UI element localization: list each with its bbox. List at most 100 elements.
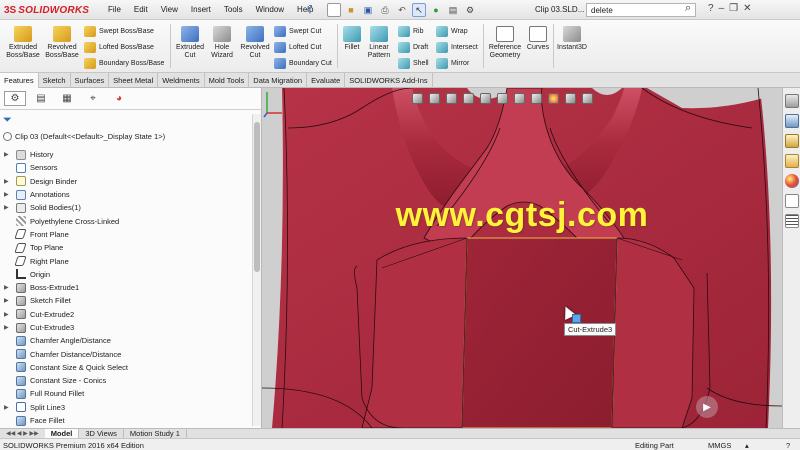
linear-pattern-button[interactable]: Linear Pattern <box>364 26 394 60</box>
menu-window[interactable]: Window <box>256 5 284 14</box>
instant3d-button[interactable]: Instant3D <box>555 26 589 52</box>
dynamic-annotation-icon[interactable] <box>480 92 491 104</box>
feature-tree-item[interactable]: Origin <box>0 268 252 281</box>
feature-tree-item[interactable]: Sensors <box>0 161 252 174</box>
shell-button[interactable]: Shell <box>398 58 429 69</box>
save-icon[interactable]: ▣ <box>361 3 375 17</box>
undo-icon[interactable]: ↶ <box>395 3 409 17</box>
wrap-button[interactable]: Wrap <box>436 26 468 37</box>
menu-edit[interactable]: Edit <box>134 5 148 14</box>
display-manager-tab-icon[interactable]: ◕ <box>108 91 130 106</box>
section-view-icon[interactable] <box>463 92 474 104</box>
lofted-cut-button[interactable]: Lofted Cut <box>274 42 321 53</box>
swept-cut-button[interactable]: Swept Cut <box>274 26 321 37</box>
zoom-to-fit-icon[interactable] <box>412 92 423 104</box>
feature-tree-item[interactable]: ▶ Boss-Extrude1 <box>0 281 252 294</box>
design-library-icon[interactable] <box>785 114 799 128</box>
feature-tree-item[interactable]: ▶ Cut-Extrude3 <box>0 321 252 334</box>
mirror-button[interactable]: Mirror <box>436 58 469 69</box>
expand-arrow-icon[interactable]: ▶ <box>4 284 9 291</box>
status-units[interactable]: MMGS <box>708 441 731 450</box>
options-gear-icon[interactable]: ⚙ <box>463 3 477 17</box>
tab-evaluate[interactable]: Evaluate <box>307 73 346 88</box>
previous-view-icon[interactable] <box>446 92 457 104</box>
property-manager-tab-icon[interactable]: ▤ <box>30 91 52 106</box>
feature-tree-item[interactable]: Top Plane <box>0 241 252 254</box>
pin-icon[interactable]: ↗ <box>305 3 313 14</box>
feature-tree-item[interactable]: ▶ Cut-Extrude2 <box>0 308 252 321</box>
lofted-boss-button[interactable]: Lofted Boss/Base <box>84 42 154 53</box>
zoom-to-area-icon[interactable] <box>429 92 440 104</box>
edit-appearance-icon[interactable] <box>548 92 559 104</box>
extruded-cut-button[interactable]: Extruded Cut <box>172 26 208 60</box>
feature-tree-tab-icon[interactable]: ⚙ <box>4 91 26 106</box>
custom-properties-icon[interactable] <box>785 194 799 208</box>
view-palette-icon[interactable] <box>785 154 799 168</box>
feature-tree-item[interactable]: Front Plane <box>0 228 252 241</box>
video-play-icon[interactable]: ▶ <box>696 396 718 418</box>
file-properties-icon[interactable]: ▤ <box>446 3 460 17</box>
tab-weldments[interactable]: Weldments <box>158 73 205 88</box>
expand-arrow-icon[interactable]: ▶ <box>4 178 9 185</box>
intersect-button[interactable]: Intersect <box>436 42 478 53</box>
feature-tree-item[interactable]: Constant Size & Quick Select <box>0 361 252 374</box>
new-document-icon[interactable] <box>327 3 341 17</box>
dimxpert-tab-icon[interactable]: ⌖ <box>82 91 104 106</box>
tab-data-migration[interactable]: Data Migration <box>249 73 308 88</box>
search-icon[interactable]: ⌕ <box>685 2 691 15</box>
expand-arrow-icon[interactable]: ▶ <box>4 191 9 198</box>
menu-insert[interactable]: Insert <box>191 5 211 14</box>
boundary-boss-button[interactable]: Boundary Boss/Base <box>84 58 164 69</box>
feature-tree-item[interactable]: Chamfer Angle/Distance <box>0 334 252 347</box>
restore-icon[interactable]: ❐ <box>729 3 738 14</box>
feature-tree-scrollbar[interactable] <box>252 114 261 426</box>
extruded-boss-button[interactable]: Extruded Boss/Base <box>4 26 42 60</box>
feature-tree-item[interactable]: Right Plane <box>0 254 252 267</box>
rebuild-traffic-light-icon[interactable]: ● <box>429 3 443 17</box>
expand-arrow-icon[interactable]: ▶ <box>4 324 9 331</box>
view-settings-icon[interactable] <box>582 92 593 104</box>
graphics-area[interactable]: www.cgtsj.com Cut-Extrude3 ▶ <box>262 88 782 428</box>
file-explorer-icon[interactable] <box>785 134 799 148</box>
filter-funnel-icon[interactable]: ⏷ <box>3 114 12 127</box>
expand-arrow-icon[interactable]: ▶ <box>4 151 9 158</box>
fillet-button[interactable]: Fillet <box>340 26 364 52</box>
hide-show-items-icon[interactable] <box>531 92 542 104</box>
menu-file[interactable]: File <box>108 5 121 14</box>
open-folder-icon[interactable]: ■ <box>344 3 358 17</box>
tab-sheet-metal[interactable]: Sheet Metal <box>109 73 159 88</box>
appearances-scenes-icon[interactable] <box>785 174 799 188</box>
feature-tree-item[interactable]: Polyethylene Cross-Linked <box>0 214 252 227</box>
draft-button[interactable]: Draft <box>398 42 428 53</box>
minimize-icon[interactable]: – <box>719 3 725 14</box>
status-dropdown-icon[interactable]: ▴ <box>745 441 749 450</box>
menu-tools[interactable]: Tools <box>224 5 243 14</box>
hole-wizard-button[interactable]: Hole Wizard <box>206 26 238 60</box>
expand-arrow-icon[interactable]: ▶ <box>4 204 9 211</box>
feature-tree-item[interactable]: ▶ Annotations <box>0 188 252 201</box>
reference-geometry-button[interactable]: Reference Geometry <box>486 26 524 60</box>
tab-features[interactable]: Features <box>0 73 39 88</box>
feature-tree-item[interactable]: ▶ Solid Bodies(1) <box>0 201 252 214</box>
feature-tree-item[interactable]: ▶ Split Line3 <box>0 401 252 414</box>
solidworks-forum-icon[interactable] <box>785 214 799 228</box>
part-root[interactable]: Clip 03 (Default<<Default>_Display State… <box>3 132 165 141</box>
close-icon[interactable]: ✕ <box>743 3 751 14</box>
apply-scene-icon[interactable] <box>565 92 576 104</box>
help-question-icon[interactable]: ? <box>708 3 714 14</box>
revolved-cut-button[interactable]: Revolved Cut <box>238 26 272 60</box>
display-style-icon[interactable] <box>514 92 525 104</box>
select-cursor-icon[interactable]: ↖ <box>412 3 426 17</box>
revolved-boss-button[interactable]: Revolved Boss/Base <box>44 26 80 60</box>
tab-add-ins[interactable]: SOLIDWORKS Add-Ins <box>345 73 433 88</box>
swept-boss-button[interactable]: Swept Boss/Base <box>84 26 154 37</box>
menu-view[interactable]: View <box>161 5 178 14</box>
feature-tree-item[interactable]: Full Round Fillet <box>0 387 252 400</box>
tab-scroll-arrows-icon[interactable]: ◀◀ ◀ ▶ ▶▶ <box>0 429 45 438</box>
feature-tree-item[interactable]: ▶ Design Binder <box>0 175 252 188</box>
boundary-cut-button[interactable]: Boundary Cut <box>274 58 332 69</box>
tab-sketch[interactable]: Sketch <box>39 73 71 88</box>
help-icon[interactable]: ? <box>786 441 790 450</box>
tab-surfaces[interactable]: Surfaces <box>71 73 110 88</box>
expand-arrow-icon[interactable]: ▶ <box>4 404 9 411</box>
